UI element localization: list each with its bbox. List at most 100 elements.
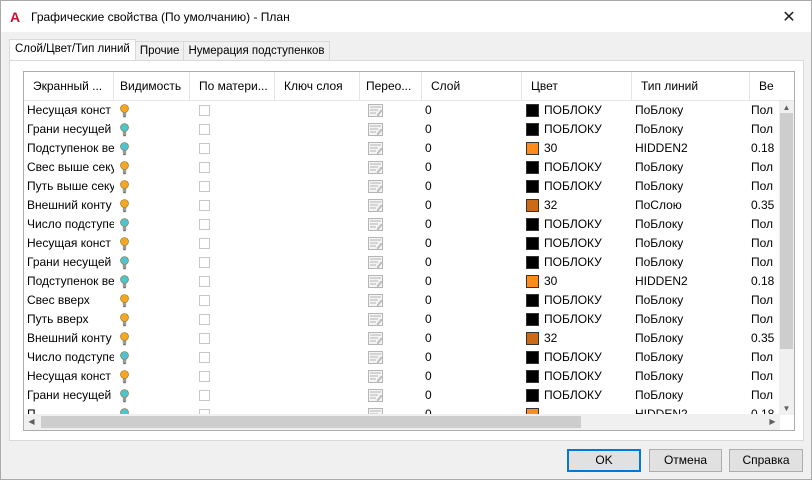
- table-row[interactable]: Внешний конту 0 32 ПоБлоку 0.35: [24, 329, 780, 348]
- display-component-name[interactable]: Несущая конст: [24, 101, 114, 120]
- display-component-name[interactable]: Число подступе: [24, 348, 114, 367]
- layer-key-cell[interactable]: [275, 329, 360, 348]
- override-cell[interactable]: [360, 101, 422, 120]
- layer-key-cell[interactable]: [275, 158, 360, 177]
- lineweight-cell[interactable]: 0.35: [750, 196, 780, 215]
- by-material-cell[interactable]: [190, 329, 275, 348]
- color-cell[interactable]: ПОБЛОКУ: [522, 234, 632, 253]
- layer-override-icon[interactable]: [368, 180, 383, 193]
- table-row[interactable]: Несущая конст 0 ПОБЛОКУ ПоБлоку Пол: [24, 101, 780, 120]
- layer-override-icon[interactable]: [368, 104, 383, 117]
- override-cell[interactable]: [360, 196, 422, 215]
- layer-key-cell[interactable]: [275, 367, 360, 386]
- color-cell[interactable]: ПОБЛОКУ: [522, 291, 632, 310]
- table-row[interactable]: Подступенок ве 0 30 HIDDEN2 0.18: [24, 272, 780, 291]
- linetype-cell[interactable]: ПоБлоку: [632, 120, 750, 139]
- color-cell[interactable]: 32: [522, 196, 632, 215]
- layer-override-icon[interactable]: [368, 237, 383, 250]
- table-row[interactable]: Число подступе 0 ПОБЛОКУ ПоБлоку Пол: [24, 348, 780, 367]
- lightbulb-icon[interactable]: [120, 104, 129, 118]
- scroll-right-icon[interactable]: ▶: [765, 417, 780, 426]
- display-component-name[interactable]: Грани несущей: [24, 253, 114, 272]
- by-material-cell[interactable]: [190, 215, 275, 234]
- table-row[interactable]: Свес вверх 0 ПОБЛОКУ ПоБлоку Пол: [24, 291, 780, 310]
- layer-key-cell[interactable]: [275, 101, 360, 120]
- layer-key-cell[interactable]: [275, 291, 360, 310]
- column-header-lineweight[interactable]: Ве: [750, 72, 794, 101]
- linetype-cell[interactable]: ПоБлоку: [632, 291, 750, 310]
- by-material-cell[interactable]: [190, 120, 275, 139]
- color-cell[interactable]: ПОБЛОКУ: [522, 177, 632, 196]
- display-component-name[interactable]: Свес выше секу: [24, 158, 114, 177]
- lightbulb-icon[interactable]: [120, 256, 129, 270]
- lineweight-cell[interactable]: Пол: [750, 367, 780, 386]
- table-row[interactable]: Свес выше секу 0 ПОБЛОКУ ПоБлоку Пол: [24, 158, 780, 177]
- color-cell[interactable]: 30: [522, 139, 632, 158]
- vertical-scrollbar[interactable]: ▲ ▼: [779, 101, 794, 415]
- linetype-cell[interactable]: ПоБлоку: [632, 215, 750, 234]
- scroll-left-icon[interactable]: ◀: [24, 417, 39, 426]
- layer-key-cell[interactable]: [275, 120, 360, 139]
- by-material-cell[interactable]: [190, 196, 275, 215]
- by-material-cell[interactable]: [190, 291, 275, 310]
- override-cell[interactable]: [360, 234, 422, 253]
- layer-override-icon[interactable]: [368, 294, 383, 307]
- close-button[interactable]: ✕: [767, 1, 811, 32]
- display-component-name[interactable]: Грани несущей: [24, 120, 114, 139]
- layer-key-cell[interactable]: [275, 386, 360, 405]
- visibility-cell[interactable]: [114, 196, 190, 215]
- linetype-cell[interactable]: ПоБлоку: [632, 177, 750, 196]
- override-cell[interactable]: [360, 291, 422, 310]
- tab-layer-color-linetype[interactable]: Слой/Цвет/Тип линий: [9, 39, 136, 60]
- lightbulb-icon[interactable]: [120, 332, 129, 346]
- lightbulb-icon[interactable]: [120, 351, 129, 365]
- layer-cell[interactable]: 0: [422, 329, 522, 348]
- layer-cell[interactable]: 0: [422, 310, 522, 329]
- lightbulb-icon[interactable]: [120, 180, 129, 194]
- visibility-cell[interactable]: [114, 386, 190, 405]
- lineweight-cell[interactable]: 0.18: [750, 139, 780, 158]
- linetype-cell[interactable]: ПоБлоку: [632, 234, 750, 253]
- column-header-display[interactable]: Экранный ...: [24, 72, 114, 101]
- layer-override-icon[interactable]: [368, 370, 383, 383]
- color-cell[interactable]: ПОБЛОКУ: [522, 253, 632, 272]
- scroll-up-icon[interactable]: ▲: [779, 103, 794, 112]
- table-row[interactable]: Грани несущей 0 ПОБЛОКУ ПоБлоку Пол: [24, 120, 780, 139]
- override-cell[interactable]: [360, 386, 422, 405]
- visibility-cell[interactable]: [114, 348, 190, 367]
- lightbulb-icon[interactable]: [120, 161, 129, 175]
- layer-override-icon[interactable]: [368, 218, 383, 231]
- override-cell[interactable]: [360, 253, 422, 272]
- by-material-checkbox[interactable]: [199, 219, 210, 230]
- display-component-name[interactable]: Число подступе: [24, 215, 114, 234]
- by-material-cell[interactable]: [190, 272, 275, 291]
- display-component-name[interactable]: Подступенок ве: [24, 272, 114, 291]
- linetype-cell[interactable]: ПоБлоку: [632, 253, 750, 272]
- display-component-name[interactable]: Несущая конст: [24, 234, 114, 253]
- layer-cell[interactable]: 0: [422, 253, 522, 272]
- lightbulb-icon[interactable]: [120, 237, 129, 251]
- color-cell[interactable]: ПОБЛОКУ: [522, 158, 632, 177]
- color-cell[interactable]: 32: [522, 329, 632, 348]
- layer-override-icon[interactable]: [368, 351, 383, 364]
- by-material-checkbox[interactable]: [199, 181, 210, 192]
- layer-override-icon[interactable]: [368, 313, 383, 326]
- layer-cell[interactable]: 0: [422, 234, 522, 253]
- lightbulb-icon[interactable]: [120, 313, 129, 327]
- linetype-cell[interactable]: ПоБлоку: [632, 101, 750, 120]
- layer-key-cell[interactable]: [275, 234, 360, 253]
- by-material-checkbox[interactable]: [199, 333, 210, 344]
- lightbulb-icon[interactable]: [120, 275, 129, 289]
- visibility-cell[interactable]: [114, 291, 190, 310]
- scroll-down-icon[interactable]: ▼: [779, 404, 794, 413]
- vertical-scroll-thumb[interactable]: [780, 113, 793, 349]
- by-material-cell[interactable]: [190, 386, 275, 405]
- lineweight-cell[interactable]: 0.35: [750, 329, 780, 348]
- table-row[interactable]: Путь вверх 0 ПОБЛОКУ ПоБлоку Пол: [24, 310, 780, 329]
- by-material-checkbox[interactable]: [199, 143, 210, 154]
- color-cell[interactable]: 30: [522, 272, 632, 291]
- color-cell[interactable]: ПОБЛОКУ: [522, 120, 632, 139]
- lineweight-cell[interactable]: Пол: [750, 310, 780, 329]
- layer-override-icon[interactable]: [368, 332, 383, 345]
- override-cell[interactable]: [360, 348, 422, 367]
